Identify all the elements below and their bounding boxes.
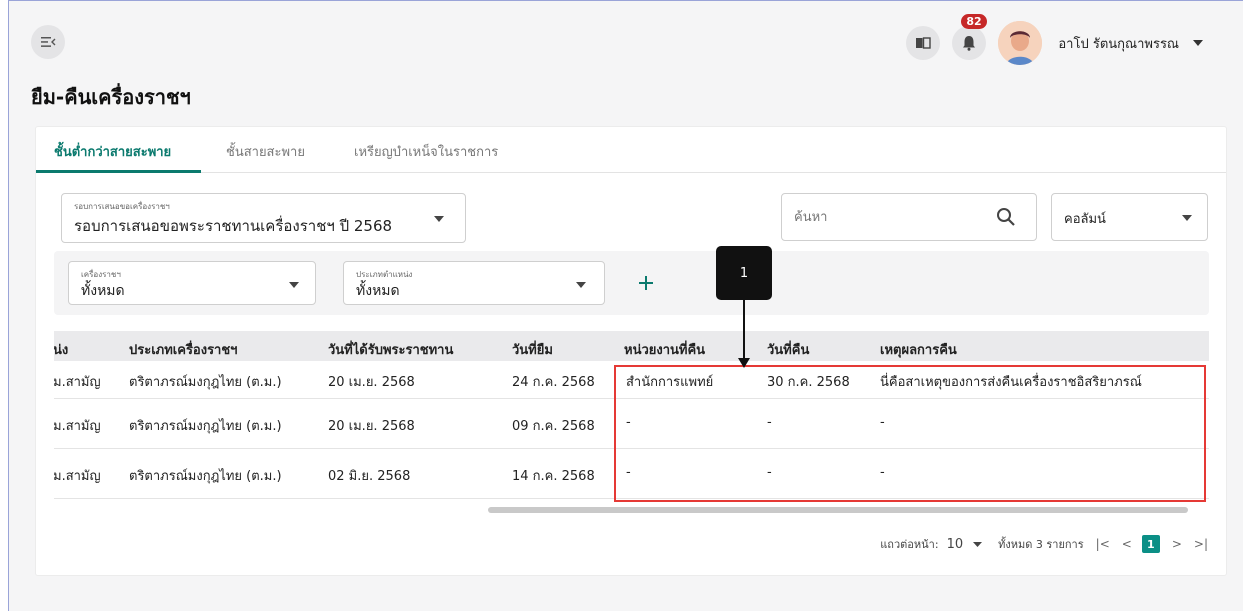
horizontal-scrollbar[interactable] <box>488 507 1188 513</box>
table-header: น่ง ประเภทเครื่องราชฯ วันที่ได้รับพระราช… <box>54 331 1209 361</box>
current-page-button[interactable]: 1 <box>1141 535 1160 553</box>
table-cell: ม.สามัญ <box>54 419 101 434</box>
round-select-value: รอบการเสนอขอพระราชทานเครื่องราชฯ ปี 2568 <box>74 217 393 235</box>
menu-toggle-button[interactable] <box>31 25 65 59</box>
decoration-filter-value: ทั้งหมด <box>81 283 125 299</box>
search-field[interactable] <box>781 193 1037 241</box>
caret-down-icon <box>289 282 299 288</box>
rows-per-page-label: แถวต่อหน้า: <box>880 538 939 551</box>
column-select[interactable]: คอลัมน์ <box>1051 193 1208 241</box>
avatar-image <box>998 21 1043 65</box>
tab-service-medal[interactable]: เหรียญบำเหน็จในราชการ <box>354 141 498 162</box>
caret-down-icon <box>576 282 586 288</box>
avatar[interactable] <box>998 21 1043 65</box>
table-cell: 20 เม.ย. 2568 <box>328 375 415 390</box>
pagination: แถวต่อหน้า: 10 ทั้งหมด 3 รายการ |< < 1 >… <box>880 532 1208 556</box>
add-filter-plus-icon[interactable] <box>638 275 654 291</box>
notification-button[interactable]: 82 <box>952 14 987 60</box>
top-right-toolbar: 82 อาโป รัตนกุณาพรรณ <box>906 14 1203 67</box>
content-card: ชั้นต่ำกว่าสายสะพาย ชั้นสายสะพาย เหรียญบ… <box>36 127 1226 575</box>
prev-page-button[interactable]: < <box>1122 537 1132 551</box>
manual-button[interactable] <box>906 26 941 60</box>
annotation-highlight-box <box>614 365 1206 502</box>
table-cell: ตริตาภรณ์มงกุฎไทย (ต.ม.) <box>129 419 282 434</box>
tab-sash[interactable]: ชั้นสายสะพาย <box>226 141 305 162</box>
search-input[interactable] <box>794 206 984 228</box>
last-page-button[interactable]: >| <box>1194 537 1208 551</box>
tab-bar: ชั้นต่ำกว่าสายสะพาย ชั้นสายสะพาย เหรียญบ… <box>36 127 1226 173</box>
user-menu-chevron-icon[interactable] <box>1193 40 1203 46</box>
rows-per-page-caret-icon[interactable] <box>973 541 983 547</box>
total-records: ทั้งหมด 3 รายการ <box>998 538 1084 551</box>
book-icon <box>916 37 932 49</box>
column-header: วันที่ยืม <box>512 343 553 358</box>
rows-per-page-select[interactable]: 10 <box>947 537 964 552</box>
column-header: วันที่คืน <box>767 343 810 358</box>
bell-icon <box>963 36 976 51</box>
notification-badge: 82 <box>961 14 987 29</box>
caret-down-icon <box>1182 215 1192 221</box>
tab-below-sash[interactable]: ชั้นต่ำกว่าสายสะพาย <box>54 141 171 162</box>
page-title: ยืม-คืนเครื่องราชฯ <box>31 85 191 109</box>
table-cell: ตริตาภรณ์มงกุฎไทย (ต.ม.) <box>129 469 282 484</box>
search-icon[interactable] <box>996 207 1016 227</box>
position-type-filter-value: ทั้งหมด <box>356 283 400 299</box>
annotation-callout: 1 <box>716 246 772 300</box>
filter-panel: เครื่องราชฯ ทั้งหมด ประเภทตำแหน่ง ทั้งหม… <box>54 251 1209 315</box>
table-cell: ตริตาภรณ์มงกุฎไทย (ต.ม.) <box>129 375 282 390</box>
round-select[interactable]: รอบการเสนอขอเครื่องราชฯ รอบการเสนอขอพระร… <box>61 193 466 243</box>
caret-down-icon <box>434 216 444 222</box>
next-page-button[interactable]: > <box>1172 537 1182 551</box>
column-header: หน่วยงานที่คืน <box>624 343 706 358</box>
column-select-value: คอลัมน์ <box>1064 212 1106 227</box>
user-name: อาโป รัตนกุณาพรรณ <box>1058 36 1179 52</box>
column-header: น่ง <box>54 343 69 358</box>
round-select-label: รอบการเสนอขอเครื่องราชฯ <box>74 202 170 211</box>
position-type-filter[interactable]: ประเภทตำแหน่ง ทั้งหมด <box>343 261 605 305</box>
table-cell: 14 ก.ค. 2568 <box>512 469 595 484</box>
table-cell: 02 มิ.ย. 2568 <box>328 469 411 484</box>
column-header: ประเภทเครื่องราชฯ <box>129 343 238 358</box>
first-page-button[interactable]: |< <box>1096 537 1110 551</box>
table-cell: 24 ก.ค. 2568 <box>512 375 595 390</box>
table-cell: ม.สามัญ <box>54 375 101 390</box>
active-tab-indicator <box>36 170 201 173</box>
table-cell: 09 ก.ค. 2568 <box>512 419 595 434</box>
annotation-arrow-line <box>743 300 745 358</box>
table-cell: ม.สามัญ <box>54 469 101 484</box>
menu-collapse-icon <box>41 37 56 47</box>
column-header: เหตุผลการคืน <box>880 343 957 358</box>
table-cell: 20 เม.ย. 2568 <box>328 419 415 434</box>
column-header: วันที่ได้รับพระราชทาน <box>328 343 454 358</box>
decoration-filter[interactable]: เครื่องราชฯ ทั้งหมด <box>68 261 316 305</box>
app-frame: 82 อาโป รัตนกุณาพรรณ ยืม-คืนเครื่องราชฯ … <box>8 0 1243 611</box>
annotation-arrow-head-icon <box>738 358 750 368</box>
